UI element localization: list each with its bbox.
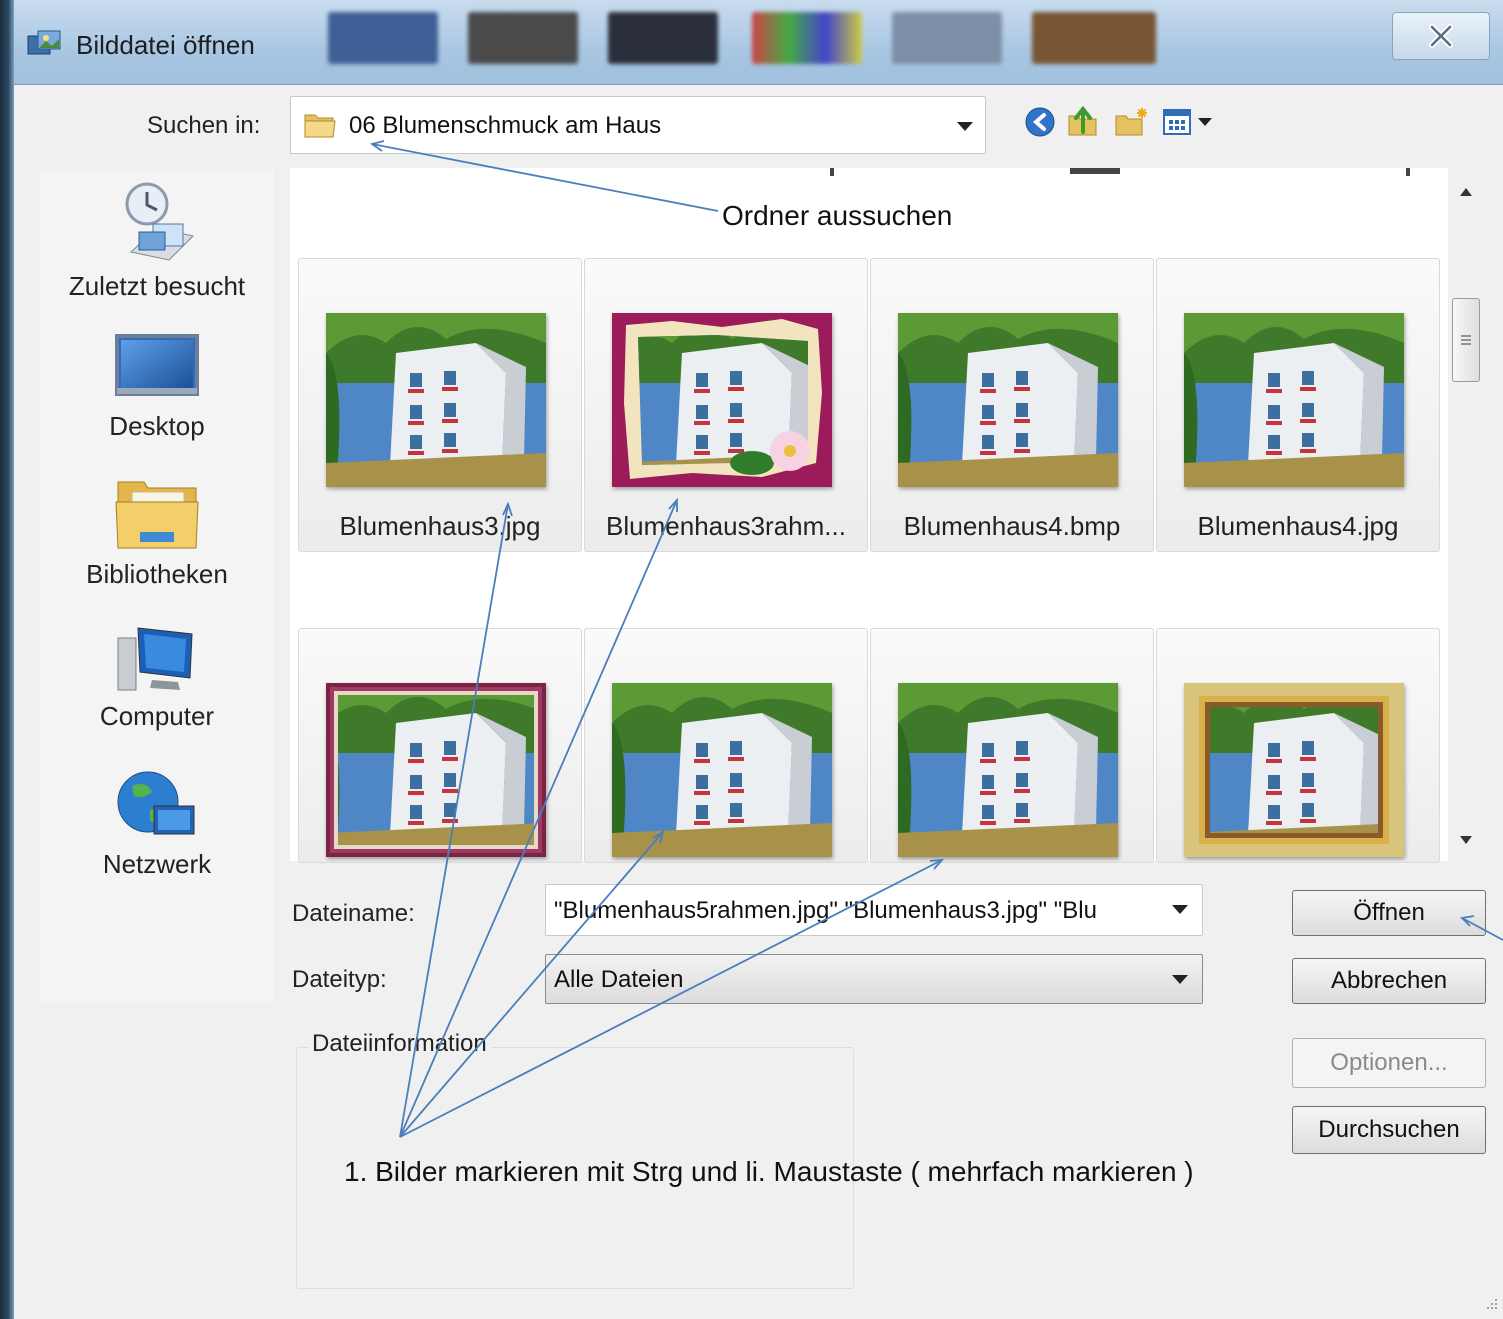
file-thumbnail xyxy=(326,313,546,487)
file-item[interactable]: Blumenhaus4.bmp xyxy=(870,258,1154,552)
file-item[interactable]: Blumenhaus4.jpg xyxy=(1156,258,1440,552)
chevron-down-icon[interactable] xyxy=(1172,975,1188,984)
place-label: Desktop xyxy=(109,411,205,441)
file-thumbnail xyxy=(612,313,832,487)
file-thumbnail xyxy=(1184,313,1404,487)
place-libraries[interactable]: Bibliotheken xyxy=(40,472,274,590)
filename-label: Dateiname: xyxy=(292,900,415,927)
file-item[interactable] xyxy=(870,628,1154,863)
file-name: Blumenhaus3rahm... xyxy=(606,511,846,541)
place-label: Zuletzt besucht xyxy=(68,271,246,301)
open-image-dialog: Bilddatei öffnen Suchen in: 06 Blumensch… xyxy=(0,0,1503,1319)
look-in-combobox[interactable]: 06 Blumenschmuck am Haus xyxy=(290,96,986,154)
new-folder-icon[interactable] xyxy=(1114,106,1150,138)
network-icon xyxy=(117,771,195,835)
vertical-scrollbar[interactable] xyxy=(1448,168,1484,861)
background-window-edge xyxy=(0,0,14,1319)
places-bar: Zuletzt besucht Desktop Bibliotheken Com… xyxy=(40,170,274,1002)
chevron-down-icon[interactable] xyxy=(957,122,973,131)
file-thumbnail xyxy=(898,313,1118,487)
file-thumbnail xyxy=(1184,683,1404,857)
file-info-label: Dateiinformation xyxy=(308,1030,491,1058)
taskbar-thumbnail-strip xyxy=(292,6,1172,64)
file-thumbnail xyxy=(898,683,1118,857)
file-item[interactable] xyxy=(298,628,582,863)
grip-icon xyxy=(1461,335,1471,345)
look-in-value: 06 Blumenschmuck am Haus xyxy=(349,112,662,139)
resize-grip-icon[interactable] xyxy=(1481,1295,1499,1313)
libraries-icon xyxy=(115,481,199,549)
scroll-down-icon[interactable] xyxy=(1458,834,1474,846)
dialog-title: Bilddatei öffnen xyxy=(76,30,255,60)
place-recent[interactable]: Zuletzt besucht xyxy=(40,180,274,302)
select-hint-annotation: 1. Bilder markieren mit Strg und li. Mau… xyxy=(344,1156,1194,1187)
file-name: Blumenhaus4.jpg xyxy=(1197,511,1399,541)
place-label: Computer xyxy=(99,701,215,731)
file-thumbnail xyxy=(612,683,832,857)
file-item[interactable]: Blumenhaus3.jpg xyxy=(298,258,582,552)
chevron-down-icon[interactable] xyxy=(1172,905,1188,914)
file-name: Blumenhaus4.bmp xyxy=(903,511,1121,541)
place-computer[interactable]: Computer xyxy=(40,622,274,732)
filename-input[interactable]: "Blumenhaus5rahmen.jpg" "Blumenhaus3.jpg… xyxy=(554,897,1154,925)
close-button[interactable] xyxy=(1392,12,1490,60)
dialog-app-icon xyxy=(27,30,61,55)
filetype-label: Dateityp: xyxy=(292,966,387,993)
file-item[interactable]: Blumenhaus3rahm... xyxy=(584,258,868,552)
folder-hint-annotation: Ordner aussuchen xyxy=(722,200,953,231)
file-name: Blumenhaus3.jpg xyxy=(339,511,541,541)
open-button[interactable]: Öffnen xyxy=(1292,890,1486,936)
back-arrow-icon[interactable] xyxy=(1024,106,1056,138)
place-label: Netzwerk xyxy=(102,849,212,879)
file-item[interactable] xyxy=(1156,628,1440,863)
browse-button[interactable]: Durchsuchen xyxy=(1292,1106,1486,1154)
file-item[interactable] xyxy=(584,628,868,863)
place-desktop[interactable]: Desktop xyxy=(40,330,274,442)
scroll-thumb[interactable] xyxy=(1452,298,1480,382)
place-network[interactable]: Netzwerk xyxy=(40,766,274,880)
options-button[interactable]: Optionen... xyxy=(1292,1038,1486,1088)
view-menu-icon[interactable] xyxy=(1162,108,1222,136)
desktop-icon xyxy=(115,334,199,396)
look-in-label: Suchen in: xyxy=(147,112,261,139)
scroll-up-icon[interactable] xyxy=(1458,186,1474,198)
recent-places-icon xyxy=(125,182,194,261)
filename-combobox[interactable]: "Blumenhaus5rahmen.jpg" "Blumenhaus3.jpg… xyxy=(545,884,1203,936)
folder-icon xyxy=(304,114,336,138)
file-thumbnail xyxy=(326,683,546,857)
filetype-select[interactable]: Alle Dateien xyxy=(545,954,1203,1004)
close-icon xyxy=(1429,24,1453,48)
place-label: Bibliotheken xyxy=(86,559,228,589)
row-fragment xyxy=(830,168,1410,176)
up-folder-icon[interactable] xyxy=(1066,104,1100,138)
computer-icon xyxy=(117,627,193,691)
filetype-value: Alle Dateien xyxy=(554,966,684,993)
cancel-button[interactable]: Abbrechen xyxy=(1292,958,1486,1004)
